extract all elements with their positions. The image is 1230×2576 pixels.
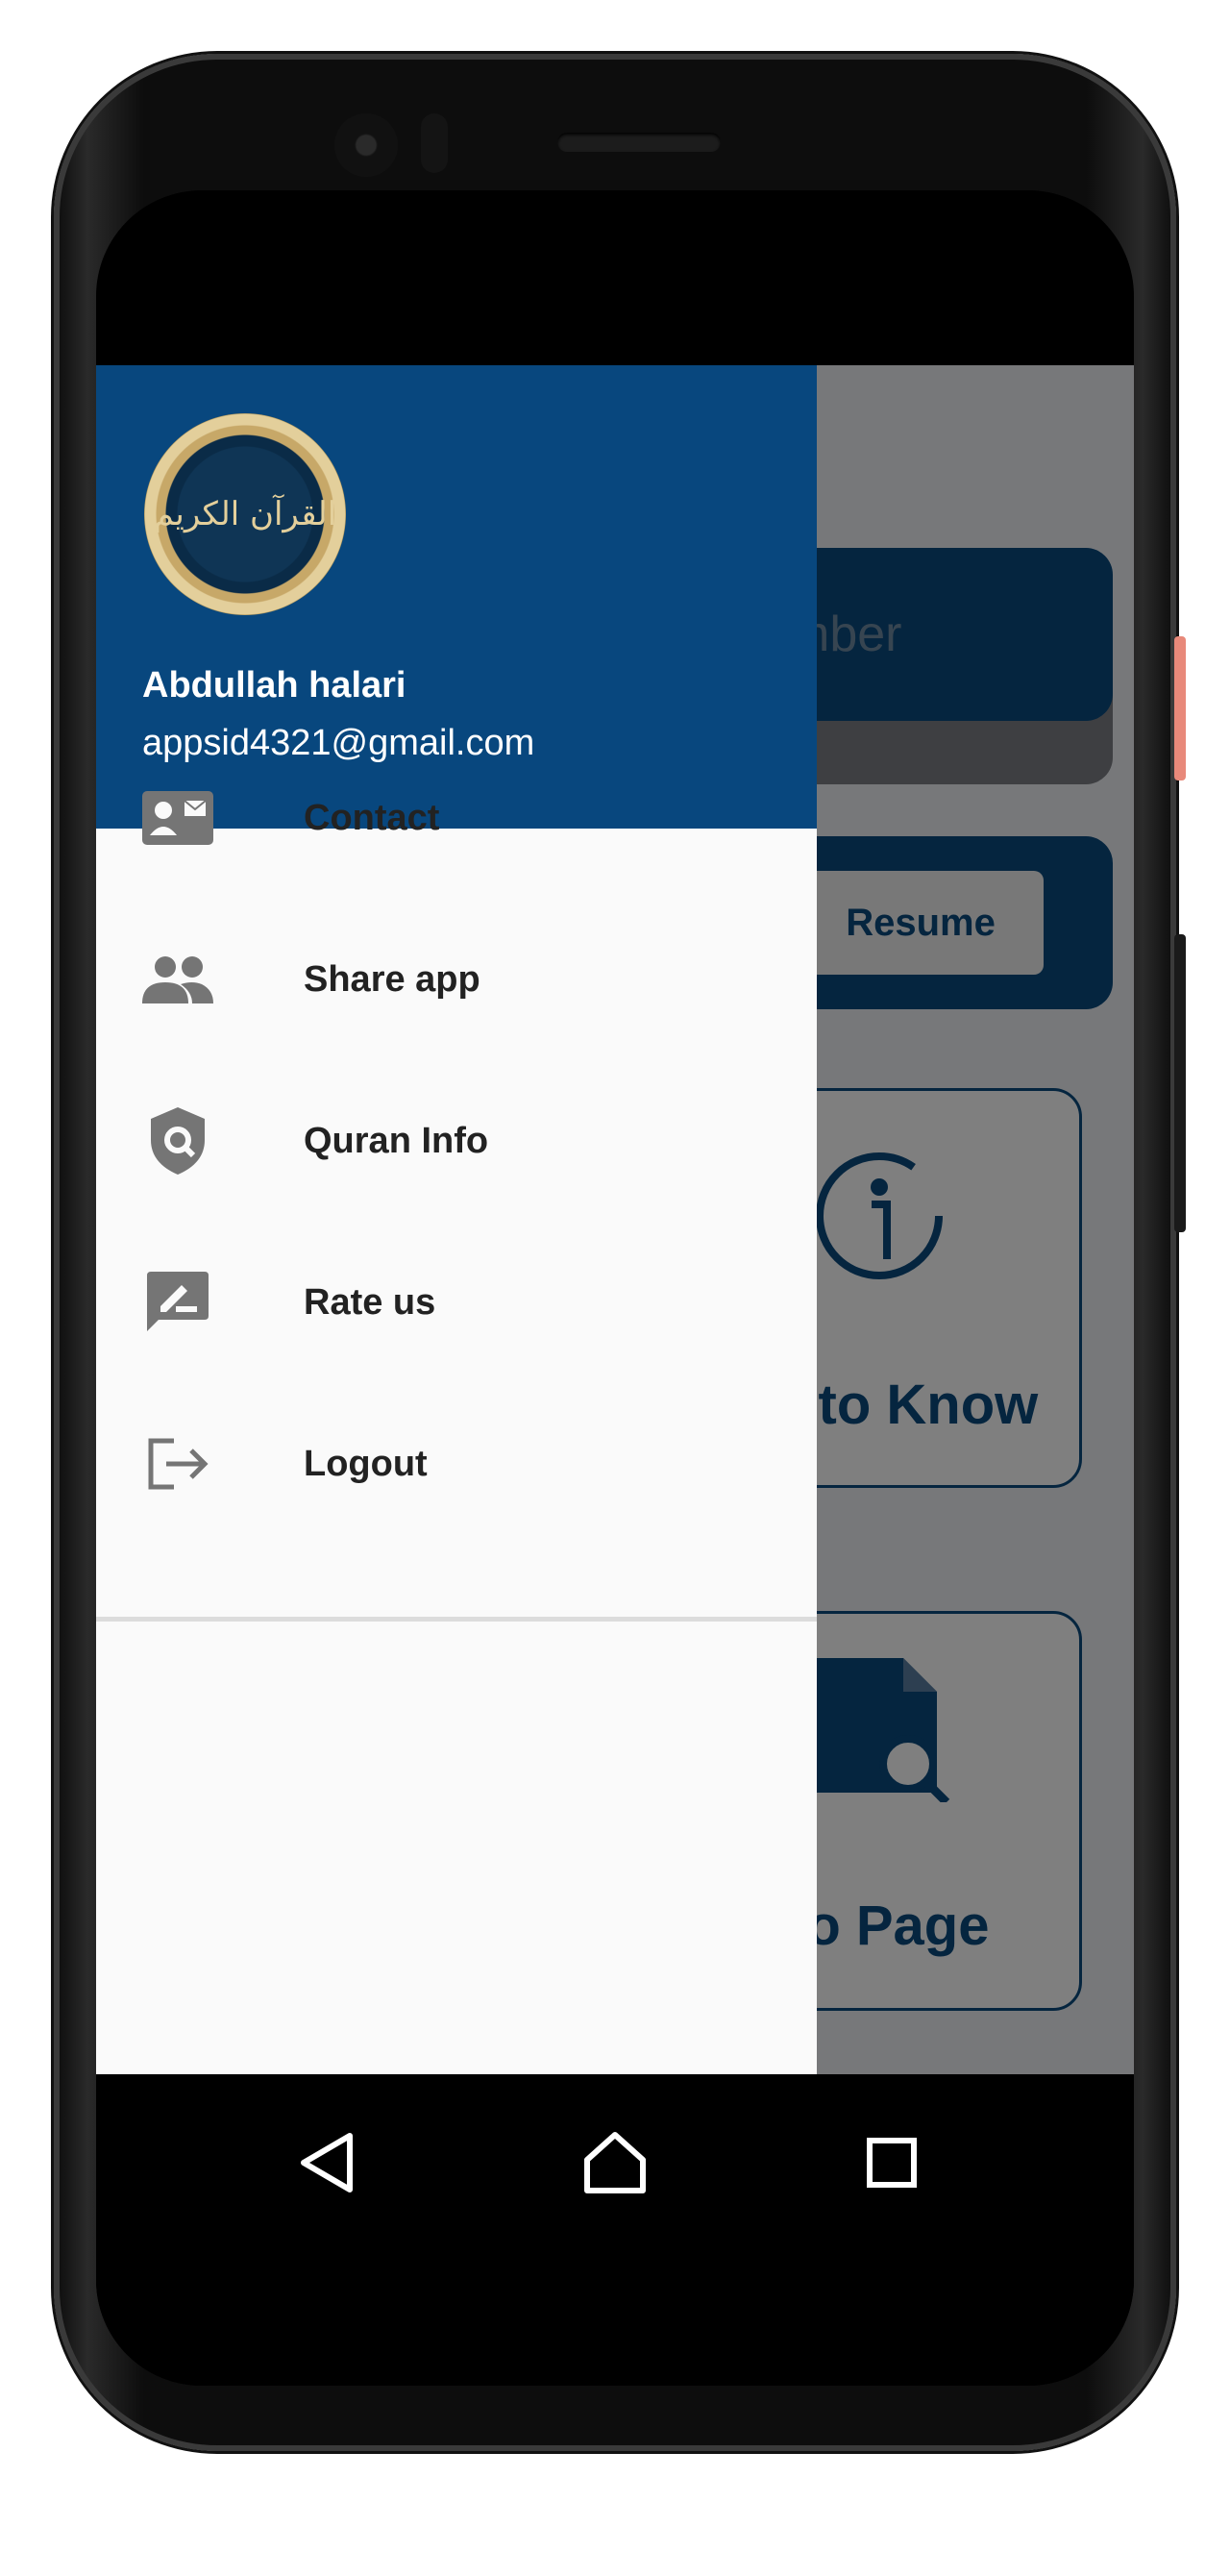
proximity-sensor <box>421 113 448 173</box>
navigation-drawer: القرآن الكريم Abdullah halari appsid4321… <box>96 365 817 2074</box>
contact-card-icon <box>142 782 213 854</box>
user-email: appsid4321@gmail.com <box>142 723 535 763</box>
logout-icon <box>142 1428 213 1499</box>
people-icon <box>142 944 213 1015</box>
shield-search-icon <box>142 1105 213 1177</box>
logo-calligraphy: القرآن الكريم <box>153 495 337 533</box>
power-button <box>1174 636 1186 780</box>
menu-label-rate-us: Rate us <box>304 1281 436 1323</box>
front-camera <box>334 113 398 177</box>
menu-item-rate-us[interactable]: Rate us <box>96 1250 817 1355</box>
menu-label-share-app: Share app <box>304 958 480 1000</box>
system-navigation-bar <box>96 2074 1134 2386</box>
user-name: Abdullah halari <box>142 665 406 706</box>
app-content: mber Resume d to Know to Page القرآن الك… <box>96 365 1134 2074</box>
menu-item-logout[interactable]: Logout <box>96 1411 817 1517</box>
menu-label-quran-info: Quran Info <box>304 1120 489 1161</box>
back-icon[interactable] <box>288 2124 365 2201</box>
menu-item-contact[interactable]: Contact <box>96 765 817 871</box>
menu-label-logout: Logout <box>304 1443 428 1484</box>
menu-label-contact: Contact <box>304 797 440 838</box>
earpiece-speaker <box>557 133 721 152</box>
drawer-divider <box>96 1617 817 1622</box>
home-icon[interactable] <box>577 2124 653 2201</box>
menu-item-quran-info[interactable]: Quran Info <box>96 1088 817 1194</box>
volume-button <box>1174 934 1186 1232</box>
recents-icon[interactable] <box>853 2124 930 2201</box>
menu-item-share-app[interactable]: Share app <box>96 927 817 1032</box>
drawer-header: القرآن الكريم Abdullah halari appsid4321… <box>96 365 817 829</box>
rate-edit-icon <box>142 1267 213 1338</box>
quran-logo: القرآن الكريم <box>144 413 346 615</box>
device-screen: mber Resume d to Know to Page القرآن الك… <box>96 190 1134 2386</box>
